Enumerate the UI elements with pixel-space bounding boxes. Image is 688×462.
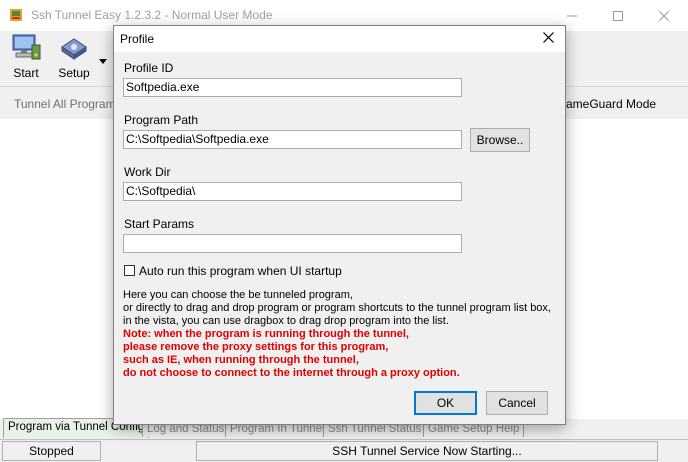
dialog-titlebar: Profile xyxy=(114,26,565,52)
status-state: Stopped xyxy=(2,441,101,461)
dialog-title: Profile xyxy=(120,32,155,46)
note-line: please remove the proxy settings for thi… xyxy=(123,341,389,353)
ok-button[interactable]: OK xyxy=(414,391,477,415)
note-line: Note: when the program is running throug… xyxy=(123,328,409,340)
app-icon xyxy=(9,8,23,22)
help-line: or directly to drag and drop program or … xyxy=(123,302,551,314)
start-button[interactable]: Start xyxy=(6,33,46,83)
computer-icon xyxy=(10,33,42,64)
cancel-button[interactable]: Cancel xyxy=(486,391,548,415)
program-path-label: Program Path xyxy=(124,113,199,127)
help-line: Here you can choose the be tunneled prog… xyxy=(123,289,353,301)
start-label: Start xyxy=(13,66,39,80)
status-message: SSH Tunnel Service Now Starting... xyxy=(196,441,658,461)
note-line: such as IE, when running through the tun… xyxy=(123,354,359,366)
start-params-label: Start Params xyxy=(124,217,195,231)
profile-id-field[interactable]: Softpedia.exe xyxy=(123,78,462,97)
autorun-label: Auto run this program when UI startup xyxy=(139,264,342,278)
setup-label: Setup xyxy=(58,66,90,80)
autorun-checkbox[interactable] xyxy=(124,265,135,276)
setup-icon xyxy=(58,33,90,64)
note-line: do not choose to connect to the internet… xyxy=(123,367,460,379)
help-line: in the vista, you can use dragbox to dra… xyxy=(123,315,449,327)
profile-id-label: Profile ID xyxy=(124,61,174,75)
close-icon xyxy=(542,32,554,46)
start-params-field[interactable] xyxy=(123,234,462,253)
setup-dropdown-arrow-icon[interactable] xyxy=(99,53,107,67)
browse-button[interactable]: Browse.. xyxy=(470,128,530,152)
work-dir-field[interactable]: C:\Softpedia\ xyxy=(123,182,462,201)
work-dir-label: Work Dir xyxy=(124,165,171,179)
gameguard-mode-option[interactable]: ameGuard Mode xyxy=(566,97,656,111)
setup-button[interactable]: Setup xyxy=(52,33,96,83)
program-path-field[interactable]: C:\Softpedia\Softpedia.exe xyxy=(123,130,462,149)
close-window-button[interactable] xyxy=(641,0,687,31)
window-title: Ssh Tunnel Easy 1.2.3.2 - Normal User Mo… xyxy=(31,8,273,22)
dialog-close-button[interactable] xyxy=(534,28,562,50)
profile-dialog: Profile Profile ID Softpedia.exe Program… xyxy=(113,25,566,425)
maximize-button[interactable] xyxy=(595,0,641,31)
help-text: Here you can choose the be tunneled prog… xyxy=(123,289,551,380)
